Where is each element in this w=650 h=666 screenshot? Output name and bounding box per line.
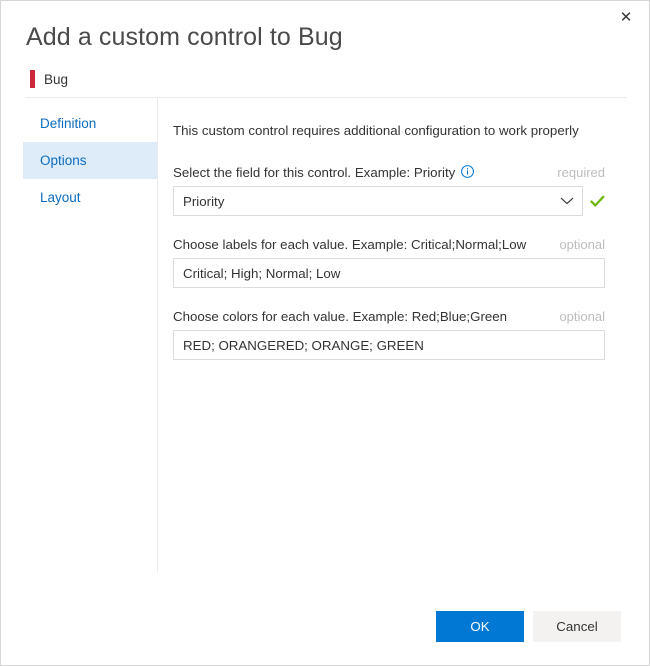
header-divider — [25, 97, 627, 98]
field-label: Choose labels for each value. Example: C… — [173, 237, 526, 252]
field-label: Select the field for this control. Examp… — [173, 165, 475, 180]
ok-button[interactable]: OK — [436, 611, 524, 642]
control-field-select[interactable]: Priority — [173, 186, 583, 216]
control-field-selected-value: Priority — [183, 193, 225, 209]
value-colors-input[interactable]: RED; ORANGERED; ORANGE; GREEN — [173, 330, 605, 360]
sidebar-item-definition[interactable]: Definition — [23, 105, 157, 142]
close-icon: ✕ — [619, 7, 633, 26]
intro-text: This custom control requires additional … — [173, 123, 579, 138]
work-item-type-label: Bug — [44, 71, 69, 87]
input-row: Critical; High; Normal; Low — [173, 258, 605, 288]
field-requirement: optional — [559, 309, 605, 324]
chevron-down-icon — [560, 196, 574, 206]
field-label-row: Select the field for this control. Examp… — [173, 165, 605, 180]
options-pane: This custom control requires additional … — [173, 105, 605, 360]
sidebar-item-layout[interactable]: Layout — [23, 179, 157, 216]
dialog-title: Add a custom control to Bug — [26, 23, 343, 51]
cancel-button[interactable]: Cancel — [533, 611, 621, 642]
sidebar-item-options[interactable]: Options — [23, 142, 157, 179]
value-colors-value: RED; ORANGERED; ORANGE; GREEN — [183, 337, 424, 353]
sidebar-item-label: Layout — [40, 190, 81, 205]
work-item-type-indicator: Bug — [30, 69, 68, 89]
field-label: Choose colors for each value. Example: R… — [173, 309, 507, 324]
field-label-text: Choose colors for each value. Example: R… — [173, 309, 508, 324]
field-group-control-field: Select the field for this control. Examp… — [173, 165, 605, 216]
field-requirement: optional — [559, 237, 605, 252]
field-group-value-colors: Choose colors for each value. Example: R… — [173, 309, 605, 360]
value-labels-input[interactable]: Critical; High; Normal; Low — [173, 258, 605, 288]
footer-divider — [1, 586, 649, 587]
add-custom-control-dialog: ✕ Add a custom control to Bug Bug Defini… — [0, 0, 650, 666]
field-label-row: Choose colors for each value. Example: R… — [173, 309, 605, 324]
sidebar-item-label: Options — [40, 153, 87, 168]
dialog-footer: OK Cancel — [1, 599, 649, 665]
work-item-color-bar — [30, 70, 35, 88]
field-requirement: required — [557, 165, 605, 180]
dialog-sidebar: Definition Options Layout — [23, 105, 157, 216]
close-button[interactable]: ✕ — [603, 1, 649, 33]
value-labels-value: Critical; High; Normal; Low — [183, 265, 341, 281]
field-label-text: Choose labels for each value. Example: C… — [173, 237, 527, 252]
input-row: RED; ORANGERED; ORANGE; GREEN — [173, 330, 605, 360]
sidebar-content-divider — [157, 98, 158, 572]
input-row: Priority — [173, 186, 605, 216]
field-label-text: Select the field for this control. Examp… — [173, 165, 456, 180]
field-label-row: Choose labels for each value. Example: C… — [173, 237, 605, 252]
info-icon[interactable] — [461, 165, 475, 178]
field-group-value-labels: Choose labels for each value. Example: C… — [173, 237, 605, 288]
sidebar-item-label: Definition — [40, 116, 97, 131]
green-check-icon — [590, 195, 605, 208]
